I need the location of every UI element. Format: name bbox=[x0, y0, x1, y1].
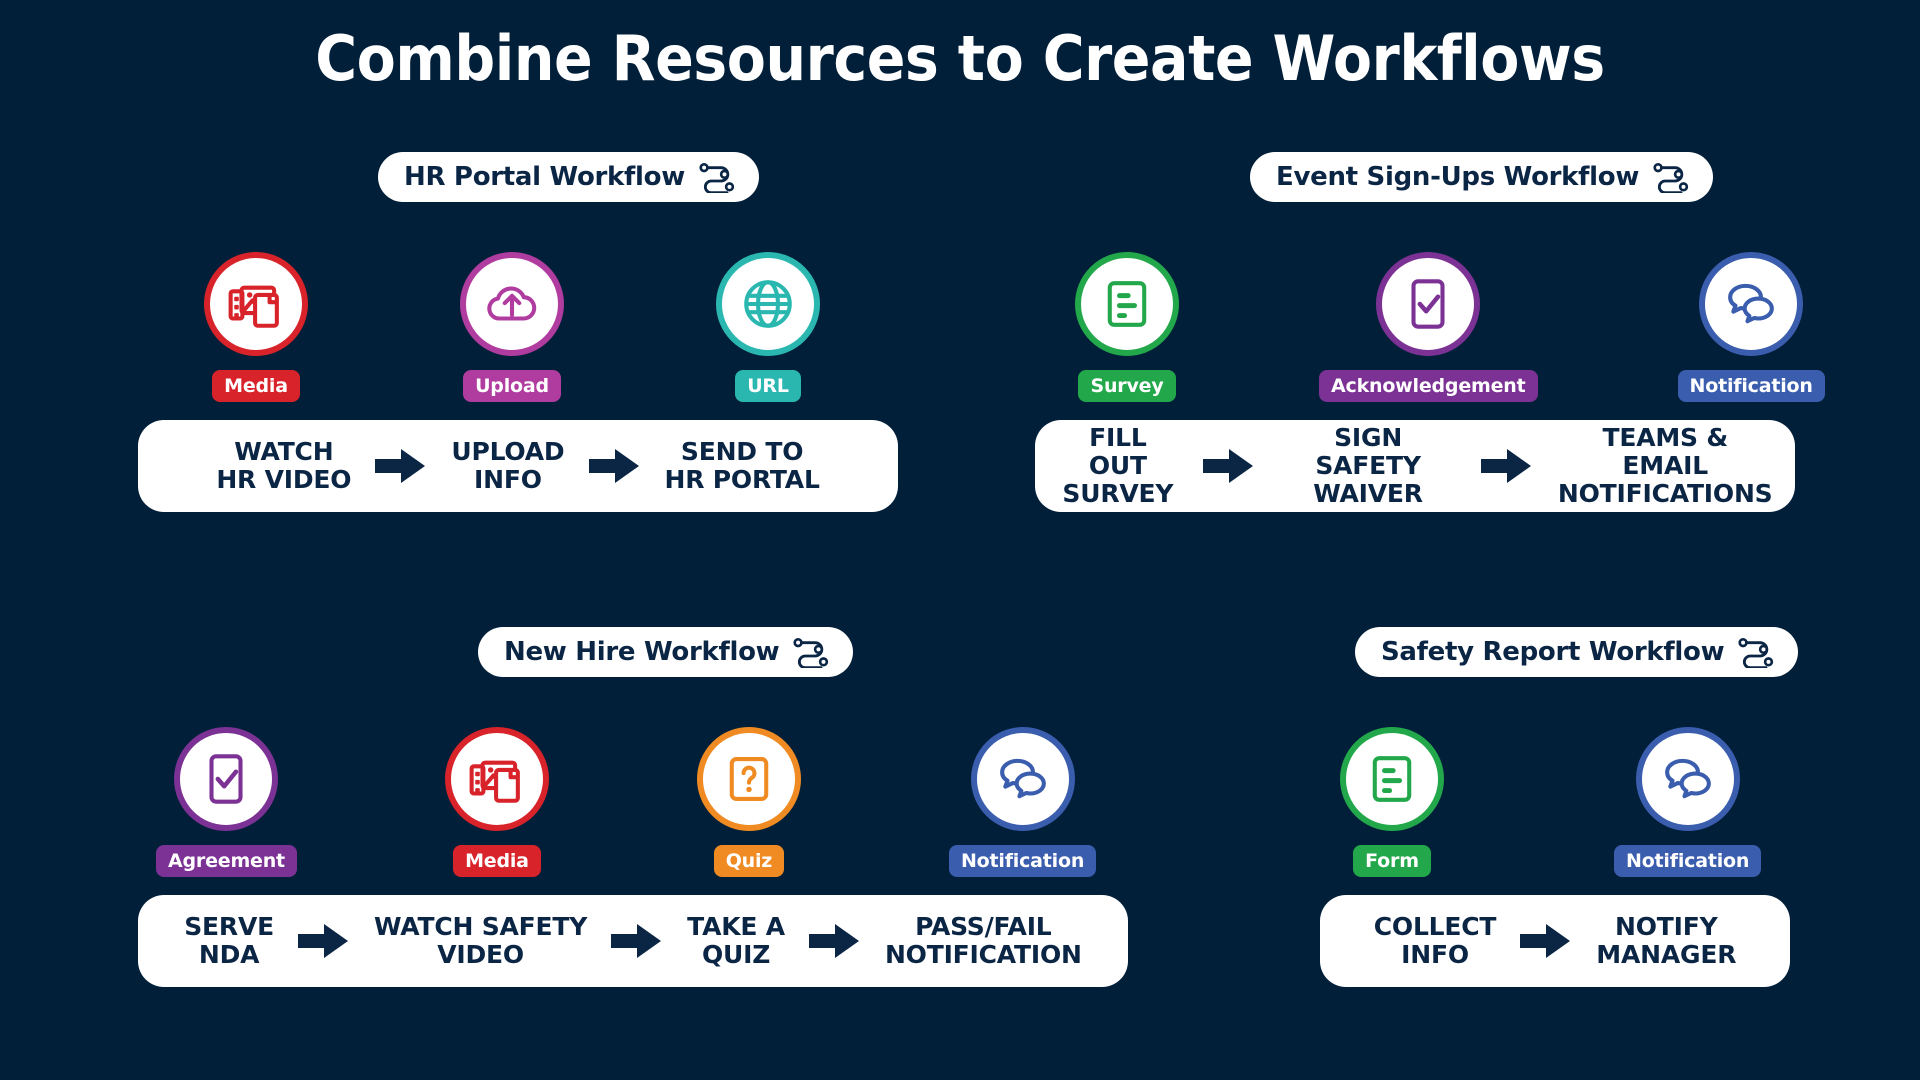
workflow-step-label: UPLOAD INFO bbox=[451, 437, 565, 494]
resource-node[interactable]: URL bbox=[716, 252, 820, 402]
workflow-title-label: HR Portal Workflow bbox=[404, 162, 685, 192]
workflow-title-pill-event-sign-ups[interactable]: Event Sign-Ups Workflow bbox=[1250, 152, 1714, 202]
workflow-card-new-hire: New Hire Workflow Agreement Media Quiz N… bbox=[138, 627, 1128, 987]
workflow-steps-bar: SERVE NDA WATCH SAFETY VIDEO TAKE A QUIZ… bbox=[138, 895, 1128, 987]
form-icon bbox=[1340, 727, 1444, 831]
workflow-title-label: New Hire Workflow bbox=[504, 637, 780, 667]
workflow-node-icon bbox=[697, 161, 737, 195]
workflow-step-label: FILL OUT SURVEY bbox=[1062, 423, 1174, 508]
page-title: Combine Resources to Create Workflows bbox=[315, 22, 1605, 95]
resource-node[interactable]: Form bbox=[1340, 727, 1444, 877]
resource-node-tag: Quiz bbox=[713, 845, 785, 877]
workflow-card-safety-report: Safety Report Workflow Form Notification… bbox=[1320, 627, 1799, 987]
workflow-step-label: SIGN SAFETY WAIVER bbox=[1313, 423, 1423, 508]
workflow-title-label: Safety Report Workflow bbox=[1381, 637, 1725, 667]
workflow-title-pill-new-hire[interactable]: New Hire Workflow bbox=[478, 627, 854, 677]
workflow-steps-wrap: WATCH HR VIDEO UPLOAD INFO SEND TO HR PO… bbox=[138, 420, 898, 512]
resource-node[interactable]: Survey bbox=[1075, 252, 1179, 402]
workflow-node-icon bbox=[791, 636, 831, 670]
resource-node-tag: Agreement bbox=[156, 845, 297, 877]
resource-node-row: Media Upload URL bbox=[138, 252, 898, 402]
media-icon bbox=[444, 727, 549, 831]
workflow-step-label: WATCH SAFETY VIDEO bbox=[374, 912, 588, 969]
workflow-node-icon bbox=[1736, 636, 1776, 670]
step-arrow-icon bbox=[1201, 446, 1257, 486]
step-arrow-icon bbox=[587, 446, 643, 486]
resource-node-tag: URL bbox=[735, 370, 801, 402]
resource-node-tag: Upload bbox=[463, 370, 561, 402]
resource-node-tag: Acknowledgement bbox=[1319, 370, 1538, 402]
workflow-title-row: Event Sign-Ups Workflow bbox=[1035, 152, 1795, 202]
resource-node-tag: Notification bbox=[1614, 845, 1762, 877]
workflow-card-hr-portal: HR Portal Workflow Media Upload URL WATC… bbox=[138, 152, 898, 512]
media-icon bbox=[204, 252, 308, 356]
resource-node-row: Form Notification bbox=[1320, 727, 1790, 877]
agreement-icon bbox=[174, 727, 279, 831]
resource-node-tag: Media bbox=[453, 845, 541, 877]
resource-node-row: Survey Acknowledgement Notification bbox=[1035, 252, 1825, 402]
workflow-step-label: TEAMS & EMAIL NOTIFICATIONS bbox=[1557, 423, 1773, 508]
upload-icon bbox=[460, 252, 564, 356]
resource-node[interactable]: Notification bbox=[1614, 727, 1762, 877]
workflow-title-label: Event Sign-Ups Workflow bbox=[1276, 162, 1640, 192]
workflow-step-label: NOTIFY MANAGER bbox=[1596, 912, 1737, 969]
workflow-title-pill-safety-report[interactable]: Safety Report Workflow bbox=[1355, 627, 1799, 677]
resource-node[interactable]: Agreement bbox=[156, 727, 297, 877]
notification-icon bbox=[1635, 727, 1740, 831]
workflow-steps-bar: WATCH HR VIDEO UPLOAD INFO SEND TO HR PO… bbox=[138, 420, 898, 512]
resource-node[interactable]: Quiz bbox=[696, 727, 801, 877]
workflow-node-icon bbox=[1651, 161, 1691, 195]
workflow-steps-bar: FILL OUT SURVEY SIGN SAFETY WAIVER TEAMS… bbox=[1035, 420, 1795, 512]
resource-node-tag: Survey bbox=[1078, 370, 1176, 402]
resource-node[interactable]: Upload bbox=[460, 252, 564, 402]
step-arrow-icon bbox=[1479, 446, 1535, 486]
notification-icon bbox=[970, 727, 1075, 831]
resource-node[interactable]: Notification bbox=[948, 727, 1097, 877]
workflow-title-row: New Hire Workflow bbox=[138, 627, 1128, 677]
workflow-steps-wrap: COLLECT INFO NOTIFY MANAGER bbox=[1320, 895, 1790, 987]
resource-node[interactable]: Media bbox=[204, 252, 308, 402]
workflow-step-label: SERVE NDA bbox=[184, 912, 275, 969]
workflow-step-label: TAKE A QUIZ bbox=[687, 912, 785, 969]
infographic-canvas: Combine Resources to Create Workflows HR… bbox=[0, 0, 1920, 1080]
resource-node-tag: Notification bbox=[1677, 370, 1825, 402]
resource-node-row: Agreement Media Quiz Notification bbox=[138, 727, 1128, 877]
workflow-steps-bar: COLLECT INFO NOTIFY MANAGER bbox=[1320, 895, 1790, 987]
workflow-card-event-sign-ups: Event Sign-Ups Workflow Survey Acknowled… bbox=[1035, 152, 1825, 512]
workflow-steps-wrap: FILL OUT SURVEY SIGN SAFETY WAIVER TEAMS… bbox=[1035, 420, 1795, 512]
quiz-icon bbox=[696, 727, 801, 831]
step-arrow-icon bbox=[1518, 921, 1574, 961]
step-arrow-icon bbox=[609, 921, 665, 961]
step-arrow-icon bbox=[373, 446, 429, 486]
resource-node[interactable]: Acknowledgement bbox=[1319, 252, 1538, 402]
workflow-title-row: HR Portal Workflow bbox=[138, 152, 898, 202]
workflow-step-label: COLLECT INFO bbox=[1373, 912, 1497, 969]
url-icon bbox=[716, 252, 820, 356]
workflow-title-row: Safety Report Workflow bbox=[1320, 627, 1799, 677]
acknowledgement-icon bbox=[1376, 252, 1481, 356]
survey-icon bbox=[1075, 252, 1179, 356]
resource-node-tag: Form bbox=[1353, 845, 1431, 877]
workflow-title-pill-hr-portal[interactable]: HR Portal Workflow bbox=[378, 152, 759, 202]
step-arrow-icon bbox=[296, 921, 352, 961]
workflow-step-label: PASS/FAIL NOTIFICATION bbox=[884, 912, 1082, 969]
workflow-step-label: SEND TO HR PORTAL bbox=[664, 437, 820, 494]
resource-node[interactable]: Media bbox=[444, 727, 549, 877]
notification-icon bbox=[1699, 252, 1804, 356]
step-arrow-icon bbox=[807, 921, 863, 961]
workflow-steps-wrap: SERVE NDA WATCH SAFETY VIDEO TAKE A QUIZ… bbox=[138, 895, 1128, 987]
resource-node-tag: Media bbox=[212, 370, 300, 402]
workflow-step-label: WATCH HR VIDEO bbox=[216, 437, 352, 494]
resource-node-tag: Notification bbox=[948, 845, 1097, 877]
resource-node[interactable]: Notification bbox=[1677, 252, 1825, 402]
